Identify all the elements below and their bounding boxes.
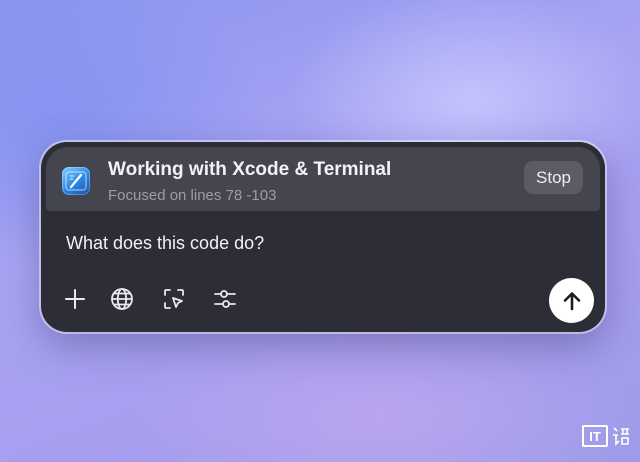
prompt-text[interactable]: What does this code do? xyxy=(66,233,264,254)
chat-panel: Working with Xcode & Terminal Focused on… xyxy=(41,142,605,332)
sliders-icon[interactable] xyxy=(212,286,238,312)
context-header: Working with Xcode & Terminal Focused on… xyxy=(46,147,600,211)
send-button[interactable] xyxy=(549,278,594,323)
watermark-glyph-icon xyxy=(613,427,629,446)
globe-icon[interactable] xyxy=(109,286,135,312)
context-subtitle: Focused on lines 78 -103 xyxy=(108,187,277,204)
context-title: Working with Xcode & Terminal xyxy=(108,159,392,180)
ithome-logo: IT xyxy=(582,421,632,451)
xcode-icon xyxy=(62,167,90,195)
plus-icon[interactable] xyxy=(62,286,88,312)
watermark-mark: IT xyxy=(582,425,608,447)
select-area-icon[interactable] xyxy=(161,286,187,312)
arrow-up-icon xyxy=(563,291,580,310)
stop-button[interactable]: Stop xyxy=(524,161,583,194)
